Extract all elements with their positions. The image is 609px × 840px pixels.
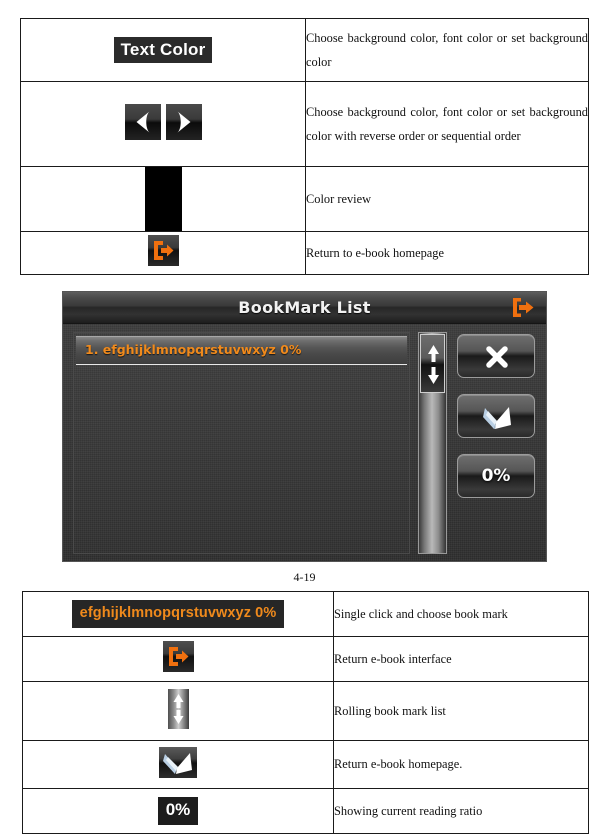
- description-cell: Choose background color, font color or s…: [305, 18, 589, 82]
- return-home-icon[interactable]: [147, 235, 179, 266]
- table-row: Text Color Choose background color, font…: [20, 18, 589, 82]
- description-cell: Return to e-book homepage: [305, 231, 589, 275]
- description-cell: Choose background color, font color or s…: [305, 81, 589, 167]
- description-cell: Rolling book mark list: [333, 681, 589, 741]
- table-row: Return e-book interface: [22, 636, 589, 682]
- side-button-group: 0%: [457, 334, 535, 514]
- color-preview-swatch[interactable]: [144, 167, 182, 231]
- icon-cell-reading-ratio: 0%: [22, 788, 334, 834]
- icon-cell-open-book: [22, 740, 334, 789]
- icon-cell-arrows: [20, 81, 306, 167]
- device-body: 1. efghijklmnopqrstuvwxyz 0% 0%: [63, 324, 546, 561]
- device-screenshot-bookmark-list: BookMark List 1. efghijklmnopqrstuvwxyz …: [62, 291, 547, 562]
- description-cell: Color review: [305, 166, 589, 232]
- page-title: BookMark List: [238, 298, 371, 317]
- next-arrow-button[interactable]: [165, 103, 202, 140]
- table-row: Rolling book mark list: [22, 681, 589, 741]
- figure-caption: 4-19: [293, 570, 316, 584]
- table-row: Return to e-book homepage: [20, 231, 589, 275]
- table-row: 0% Showing current reading ratio: [22, 788, 589, 834]
- return-interface-icon[interactable]: [162, 641, 194, 672]
- open-book-icon[interactable]: [159, 746, 197, 778]
- prev-next-arrows: [124, 103, 202, 140]
- scroll-list-icon[interactable]: [167, 688, 189, 729]
- table-row: Choose background color, font color or s…: [20, 81, 589, 167]
- reading-ratio-label: 0%: [481, 466, 511, 486]
- device-titlebar: BookMark List: [63, 292, 546, 324]
- description-cell: Single click and choose book mark: [333, 591, 589, 637]
- scrollbar[interactable]: [418, 332, 447, 554]
- icon-cell-bookmark-entry: efghijklmnopqrstuvwxyz 0%: [22, 591, 334, 637]
- close-button[interactable]: [457, 334, 535, 378]
- table-row: Return e-book homepage.: [22, 740, 589, 789]
- scrollbar-thumb[interactable]: [420, 334, 445, 393]
- open-book-button[interactable]: [457, 394, 535, 438]
- reading-ratio-icon[interactable]: 0%: [157, 797, 199, 825]
- exit-icon[interactable]: [512, 296, 536, 319]
- description-cell: Showing current reading ratio: [333, 788, 589, 834]
- icon-cell-text-color: Text Color: [20, 18, 306, 82]
- list-item-label: 1. efghijklmnopqrstuvwxyz 0%: [85, 342, 302, 357]
- icon-cell-color-preview: [20, 166, 306, 232]
- table-row: Color review: [20, 166, 589, 232]
- feature-table-top: Text Color Choose background color, font…: [20, 18, 589, 275]
- previous-arrow-button[interactable]: [124, 103, 161, 140]
- description-cell: Return e-book homepage.: [333, 740, 589, 789]
- bookmark-list[interactable]: 1. efghijklmnopqrstuvwxyz 0%: [73, 332, 410, 554]
- table-row: efghijklmnopqrstuvwxyz 0% Single click a…: [22, 591, 589, 637]
- bookmark-entry[interactable]: efghijklmnopqrstuvwxyz 0%: [71, 600, 285, 628]
- reading-ratio-button[interactable]: 0%: [457, 454, 535, 498]
- icon-cell-return-home: [20, 231, 306, 275]
- text-color-button[interactable]: Text Color: [113, 36, 213, 64]
- list-item[interactable]: 1. efghijklmnopqrstuvwxyz 0%: [76, 336, 407, 365]
- icon-cell-return-interface: [22, 636, 334, 682]
- icon-cell-scroll-list: [22, 681, 334, 741]
- feature-table-bottom: efghijklmnopqrstuvwxyz 0% Single click a…: [22, 591, 589, 834]
- description-cell: Return e-book interface: [333, 636, 589, 682]
